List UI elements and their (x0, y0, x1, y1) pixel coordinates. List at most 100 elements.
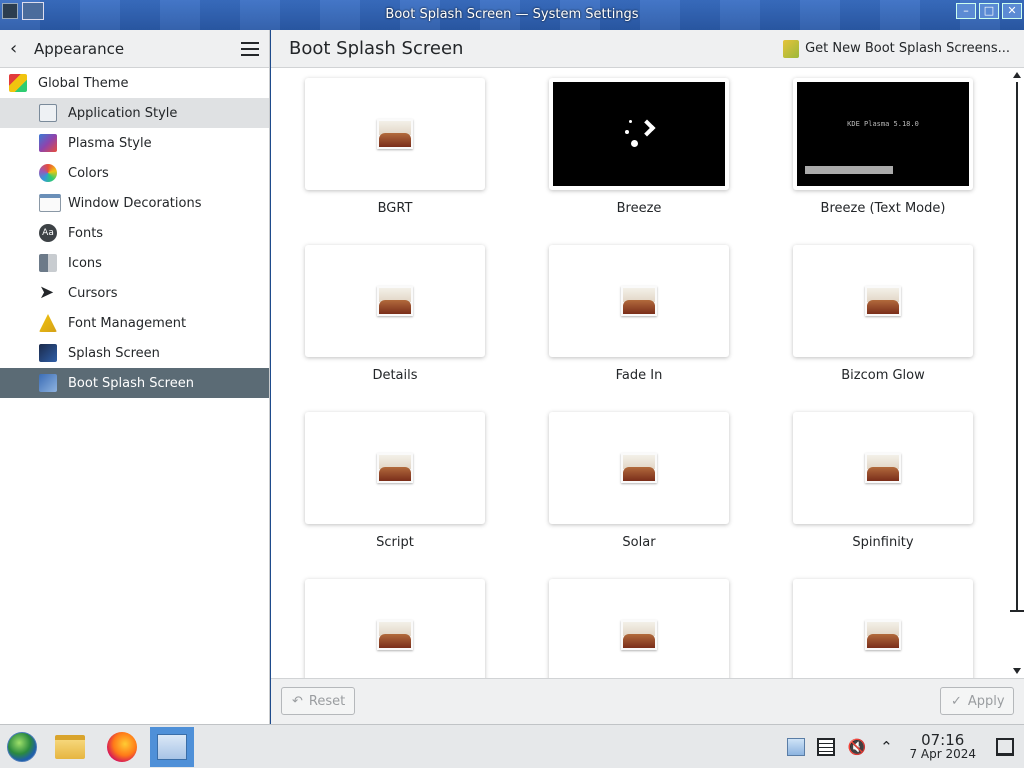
theme-tile-breeze[interactable]: Breeze (549, 78, 729, 216)
cursors-icon: ➤ (39, 282, 55, 303)
sidebar: ‹ Appearance Global Theme Application St… (0, 30, 270, 724)
reset-icon: ↶ (292, 693, 303, 709)
sidebar-item-plasma-style[interactable]: Plasma Style (0, 128, 269, 158)
chevron-up-icon[interactable]: ⌃ (877, 738, 895, 756)
firefox-icon (107, 732, 137, 762)
get-new-button[interactable]: Get New Boot Splash Screens... (783, 39, 1010, 58)
theme-name: Fade In (615, 368, 663, 383)
preview-text: KDE Plasma 5.18.0 (847, 120, 919, 128)
theme-thumbnail (793, 245, 973, 357)
sidebar-item-font-management[interactable]: Font Management (0, 308, 269, 338)
icons-icon (39, 254, 57, 272)
sidebar-item-colors[interactable]: Colors (0, 158, 269, 188)
theme-name: BGRT (377, 201, 413, 216)
sidebar-item-label: Application Style (68, 105, 178, 121)
system-tray: 🔇 ⌃ 07:16 7 Apr 2024 (781, 725, 1024, 768)
sidebar-item-global-theme[interactable]: Global Theme (0, 68, 269, 98)
vertical-scrollbar[interactable] (1010, 68, 1024, 678)
image-placeholder-icon (376, 449, 414, 487)
colors-icon (39, 164, 57, 182)
volume-muted-icon[interactable]: 🔇 (847, 738, 866, 756)
sidebar-item-icons[interactable]: Icons (0, 248, 269, 278)
notes-icon[interactable] (817, 738, 836, 756)
firefox-button[interactable] (100, 727, 144, 767)
sidebar-item-boot-splash-screen[interactable]: Boot Splash Screen (0, 368, 269, 398)
theme-thumbnail (549, 78, 729, 190)
theme-tile-unnamed[interactable] (549, 579, 729, 678)
minimize-icon[interactable]: – (956, 3, 976, 19)
theme-name: Script (376, 535, 414, 550)
sidebar-item-label: Cursors (68, 285, 118, 301)
image-placeholder-icon (376, 616, 414, 654)
sidebar-item-splash-screen[interactable]: Splash Screen (0, 338, 269, 368)
footer-bar: ↶ Reset ✓ Apply (271, 678, 1024, 724)
sidebar-item-cursors[interactable]: ➤ Cursors (0, 278, 269, 308)
sidebar-item-label: Splash Screen (68, 345, 160, 361)
sidebar-item-application-style[interactable]: Application Style (0, 98, 269, 128)
back-arrow-icon[interactable]: ‹ (10, 38, 30, 59)
theme-thumbnail (549, 412, 729, 524)
image-placeholder-icon (620, 449, 658, 487)
clipboard-icon[interactable] (787, 738, 806, 756)
breeze-spinner-icon (623, 116, 663, 152)
taskbar: 🔇 ⌃ 07:16 7 Apr 2024 (0, 724, 1024, 768)
image-placeholder-icon (376, 115, 414, 153)
sidebar-item-label: Font Management (68, 315, 187, 331)
splash-screen-icon (39, 344, 57, 362)
theme-thumbnail (305, 579, 485, 678)
theme-name: Breeze (616, 201, 662, 216)
theme-tile-details[interactable]: Details (305, 245, 485, 383)
hamburger-menu-icon[interactable] (241, 41, 259, 56)
theme-tile-spinfinity[interactable]: Spinfinity (793, 412, 973, 550)
sidebar-item-fonts[interactable]: Aa Fonts (0, 218, 269, 248)
sidebar-item-label: Global Theme (38, 75, 129, 91)
font-management-icon (39, 314, 57, 332)
theme-thumbnail (305, 412, 485, 524)
start-orb-icon (7, 732, 37, 762)
apply-label: Apply (967, 693, 1005, 709)
theme-thumbnail (793, 412, 973, 524)
reset-button[interactable]: ↶ Reset (281, 687, 355, 715)
theme-tile-fade-in[interactable]: Fade In (549, 245, 729, 383)
maximize-icon[interactable]: □ (979, 3, 999, 19)
reset-label: Reset (308, 693, 346, 709)
clock-date: 7 Apr 2024 (909, 747, 976, 761)
checkmark-icon: ✓ (951, 693, 962, 709)
theme-tile-bizcom-glow[interactable]: Bizcom Glow (793, 245, 973, 383)
clock[interactable]: 07:16 7 Apr 2024 (909, 733, 976, 762)
plasma-style-icon (39, 134, 57, 152)
theme-name: Bizcom Glow (841, 368, 925, 383)
image-placeholder-icon (864, 282, 902, 320)
theme-tile-breeze-text-mode[interactable]: KDE Plasma 5.18.0 Breeze (Text Mode) (793, 78, 973, 216)
scrollbar-handle[interactable] (1016, 82, 1018, 610)
theme-thumbnail (549, 579, 729, 678)
download-icon (783, 39, 800, 58)
theme-tile-unnamed[interactable] (305, 579, 485, 678)
theme-grid: BGRT Breeze KDE Plasma 5.18.0 Breeze (Te… (271, 68, 1024, 678)
theme-thumbnail (305, 78, 485, 190)
file-manager-button[interactable] (48, 727, 92, 767)
theme-name: Breeze (Text Mode) (820, 201, 946, 216)
system-settings-task-button[interactable] (150, 727, 194, 767)
theme-thumbnail (549, 245, 729, 357)
show-desktop-icon[interactable] (996, 738, 1014, 756)
scroll-up-icon[interactable] (1013, 72, 1021, 78)
scroll-down-icon[interactable] (1013, 668, 1021, 674)
sidebar-item-label: Plasma Style (68, 135, 152, 151)
theme-tile-solar[interactable]: Solar (549, 412, 729, 550)
theme-tile-unnamed[interactable] (793, 579, 973, 678)
global-theme-icon (9, 74, 27, 92)
close-icon[interactable]: ✕ (1002, 3, 1022, 19)
image-placeholder-icon (376, 282, 414, 320)
theme-tile-script[interactable]: Script (305, 412, 485, 550)
image-placeholder-icon (864, 616, 902, 654)
window-decorations-icon (39, 194, 61, 212)
theme-tile-bgrt[interactable]: BGRT (305, 78, 485, 216)
image-placeholder-icon (864, 449, 902, 487)
sidebar-header: ‹ Appearance (0, 30, 269, 68)
sidebar-item-window-decorations[interactable]: Window Decorations (0, 188, 269, 218)
start-menu-button[interactable] (0, 727, 44, 767)
preview-progress-bar (805, 166, 893, 174)
apply-button[interactable]: ✓ Apply (940, 687, 1014, 715)
theme-thumbnail (793, 579, 973, 678)
